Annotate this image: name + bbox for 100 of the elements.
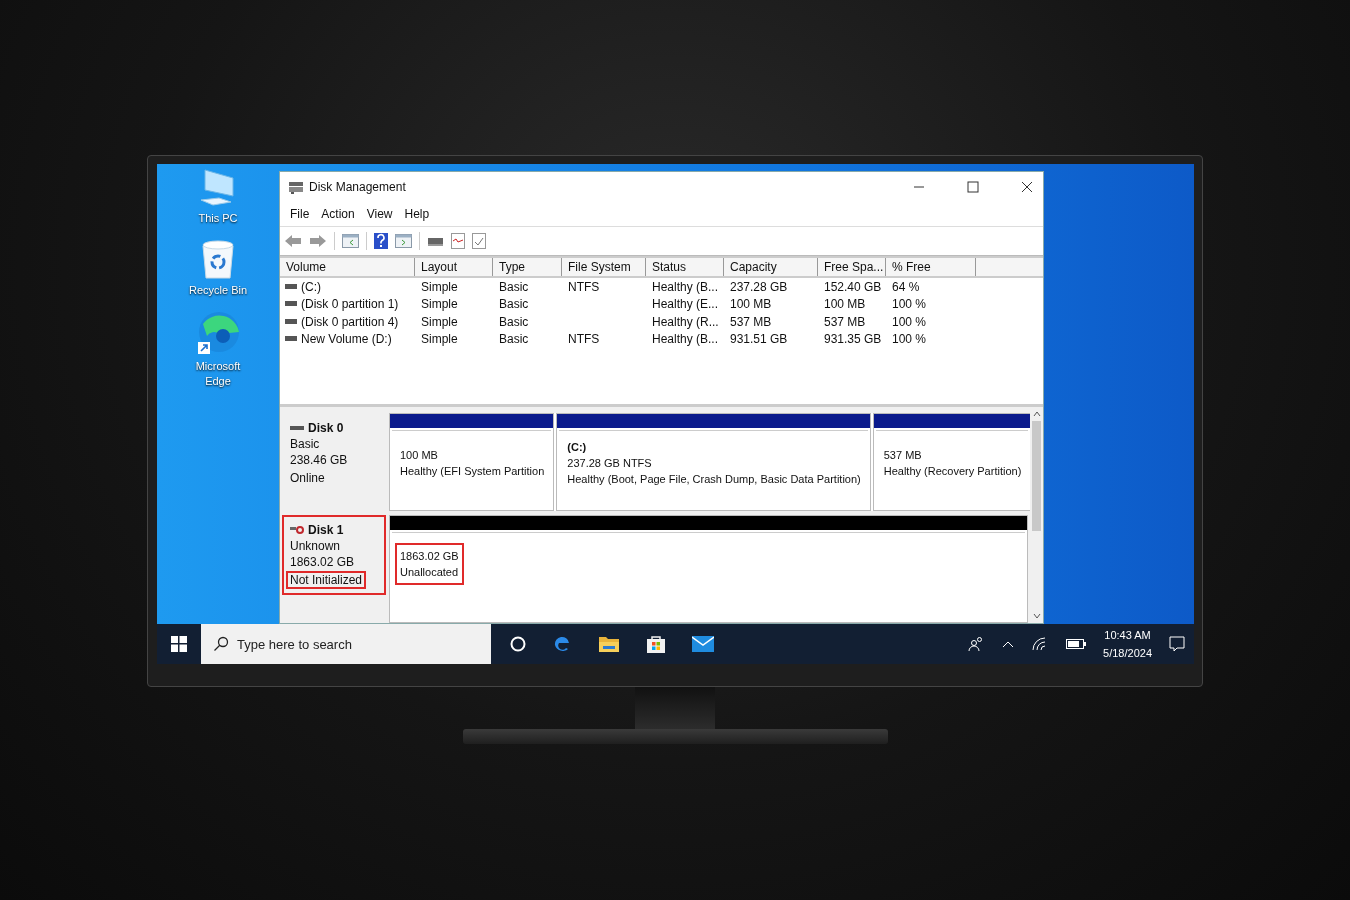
browser-icon[interactable] [552, 634, 572, 654]
help-icon[interactable] [374, 233, 388, 249]
mail-icon[interactable] [692, 636, 714, 652]
table-cell-text: Basic [498, 279, 530, 294]
search-icon [213, 636, 229, 652]
partition-label: (C:) [567, 439, 588, 454]
disk-name: Disk 0 [308, 421, 344, 435]
table-cell: (Disk 0 partition 4) [301, 314, 399, 329]
clock-date[interactable]: 5/18/2024 [1103, 644, 1152, 662]
table-cell-text: Basic [498, 332, 530, 347]
scroll-up-icon[interactable] [1032, 411, 1041, 417]
menu-item[interactable]: Help [398, 207, 436, 221]
battery-icon[interactable] [1064, 638, 1087, 650]
table-cell-text: Basic [498, 297, 530, 312]
window-title: Disk Management [309, 180, 406, 194]
table-cell-text: 100 % [891, 297, 928, 312]
column-header[interactable]: Type [493, 258, 562, 276]
scroll-down-icon[interactable] [1032, 613, 1041, 619]
table-cell-text: 100 % [891, 332, 928, 347]
column-header[interactable]: Layout [415, 258, 493, 276]
circle-icon[interactable] [510, 636, 526, 652]
table-cell-text: Healthy (E... [651, 297, 720, 312]
document-icon[interactable] [451, 233, 465, 249]
table-cell-text: Simple [420, 314, 459, 329]
partition-status: Healthy (EFI System Partition [400, 463, 545, 478]
table-cell-text: Healthy (B... [651, 332, 720, 347]
panel-icon[interactable] [342, 234, 359, 248]
drive-icon [285, 336, 297, 343]
clock-time[interactable]: 10:43 AM [1104, 626, 1151, 644]
properties-icon[interactable] [395, 234, 412, 248]
partition-size: 100 MB [400, 447, 439, 462]
close-icon[interactable] [1021, 181, 1033, 193]
table-cell-text: 931.51 GB [729, 332, 789, 347]
disk-error-icon [290, 526, 304, 534]
partition-size: 537 MB [883, 447, 923, 462]
table-cell-text: 64 % [891, 279, 921, 294]
table-cell-text: 100 MB [729, 297, 773, 312]
recycle-bin-icon[interactable] [199, 238, 237, 280]
chevron-up-icon[interactable] [1002, 640, 1015, 648]
search-field[interactable]: Type here to search [201, 624, 491, 664]
table-cell-text: Simple [420, 332, 459, 347]
partition-status: Healthy (Boot, Page File, Crash Dump, Basic Data Partition) [567, 471, 861, 486]
table-cell-text: 100 MB [823, 297, 867, 312]
maximize-icon[interactable] [967, 181, 979, 193]
disk-size: 238.46 GB [290, 453, 349, 467]
table-cell-text: Basic [498, 314, 530, 329]
partition-size: 237.28 GB NTFS [567, 455, 653, 470]
people-icon[interactable] [968, 636, 985, 652]
column-header[interactable]: File System [562, 258, 646, 276]
column-header[interactable]: Status [646, 258, 724, 276]
column-header[interactable]: Free Spa... [818, 258, 886, 276]
disk-icon [288, 180, 304, 194]
checklist-icon[interactable] [472, 233, 486, 249]
drive-icon [285, 301, 297, 308]
wifi-icon[interactable] [1032, 637, 1047, 651]
store-bag-icon[interactable] [646, 634, 666, 654]
forward-arrow-icon[interactable] [309, 234, 327, 248]
menu-item[interactable]: File [284, 207, 316, 221]
disk-name: Disk 1 [308, 523, 344, 537]
table-cell-text: Simple [420, 297, 459, 312]
table-cell-text: Simple [420, 279, 459, 294]
table-cell-text: Healthy (R... [651, 314, 720, 329]
drive-icon[interactable] [427, 235, 444, 247]
folder-icon[interactable] [598, 635, 620, 653]
disk-status: Not Initialized [286, 571, 367, 589]
disk-type: Unknown [290, 539, 342, 553]
partition-status: Unallocated [400, 565, 459, 579]
start-icon[interactable] [171, 636, 187, 652]
table-cell: (C:) [301, 279, 321, 294]
partition-block[interactable]: 100 MB Healthy (EFI System Partition [389, 413, 555, 511]
table-cell-text: 537 MB [823, 314, 867, 329]
partition-status: Healthy (Recovery Partition) [883, 463, 1022, 478]
table-cell-text: 537 MB [729, 314, 773, 329]
browser-icon[interactable] [195, 310, 241, 356]
column-header[interactable]: Volume [280, 258, 415, 276]
column-header[interactable]: % Free [886, 258, 976, 276]
disk-status: Online [289, 470, 326, 487]
menu-item[interactable]: Action [315, 207, 361, 221]
table-cell-text: NTFS [567, 279, 601, 294]
table-cell: (Disk 0 partition 1) [301, 297, 399, 312]
menu-item[interactable]: View [360, 207, 399, 221]
drive-icon [285, 283, 297, 290]
table-cell-text: 152.40 GB [823, 279, 883, 294]
drive-icon [285, 318, 297, 325]
table-cell-text: 237.28 GB [729, 279, 789, 294]
notification-icon[interactable] [1169, 636, 1185, 652]
table-cell-text: 100 % [891, 314, 928, 329]
disk-info-panel[interactable]: Disk 1 Unknown 1863.02 GB Not Initialized [282, 515, 386, 595]
table-cell-text: Healthy (B... [651, 279, 720, 294]
partition-block[interactable]: (C:) 237.28 GB NTFS Healthy (Boot, Page File, Crash Dump, Basic Data Partition) [556, 413, 871, 511]
table-cell-text: NTFS [567, 332, 601, 347]
back-arrow-icon[interactable] [284, 234, 302, 248]
partition-block[interactable]: 537 MB Healthy (Recovery Partition) [872, 413, 1032, 511]
column-header[interactable]: Capacity [724, 258, 818, 276]
disk-size: 1863.02 GB [290, 555, 356, 569]
partition-block[interactable]: 1863.02 GB Unallocated [389, 515, 1028, 623]
table-cell: New Volume (D:) [301, 332, 392, 347]
partition-size: 1863.02 GB [400, 549, 459, 563]
disk-type: Basic [290, 437, 321, 451]
table-cell-text: 931.35 GB [823, 332, 883, 347]
